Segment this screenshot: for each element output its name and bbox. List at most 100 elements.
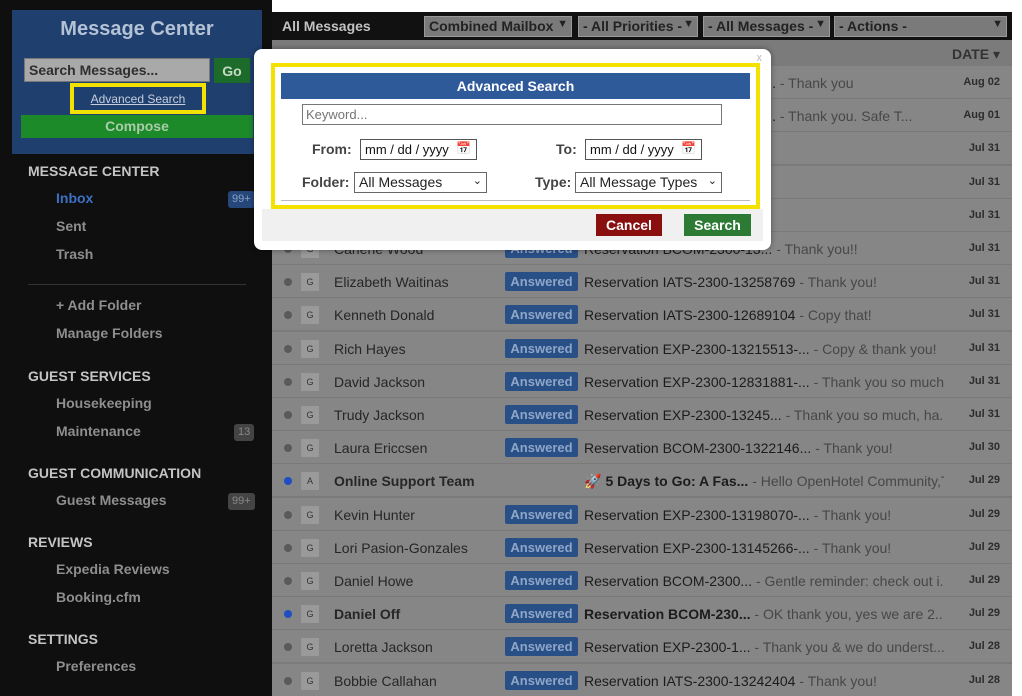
section-heading-guest-communication: GUEST COMMUNICATION: [28, 465, 202, 481]
message-row[interactable]: G Loretta Jackson Answered Reservation EXP-…: [272, 630, 1012, 663]
sender-name: Bobbie Callahan: [334, 673, 437, 689]
sender-name: Daniel Howe: [334, 573, 414, 589]
search-input[interactable]: [24, 58, 210, 82]
folder-select[interactable]: All Messages ⌄: [354, 172, 487, 193]
advanced-search-dialog: x Advanced Search From: mm / dd / yyyy📅 …: [254, 49, 771, 250]
status-badge: Answered: [505, 272, 578, 291]
read-status-dot: [284, 311, 292, 319]
sidebar-item-preferences[interactable]: Preferences: [56, 658, 136, 674]
status-badge: Answered: [505, 671, 578, 690]
sidebar-divider: [28, 284, 246, 285]
message-date: Jul 31: [968, 142, 1000, 154]
message-date: Jul 31: [968, 242, 1000, 254]
sidebar-item-booking[interactable]: Booking.cfm: [56, 589, 141, 605]
sidebar-item-manage-folders[interactable]: Manage Folders: [56, 325, 163, 341]
sidebar-item-add-folder[interactable]: + Add Folder: [56, 297, 141, 313]
message-subject: Reservation EXP-2300-1... - Thank you & …: [584, 639, 944, 655]
subject-text: 5 Days to Go: A Fas...: [605, 473, 749, 489]
message-date: Jul 29: [968, 474, 1000, 486]
calendar-icon[interactable]: 📅: [456, 141, 471, 155]
sender-name: Lori Pasion-Gonzales: [334, 540, 468, 556]
compose-button[interactable]: Compose: [21, 115, 253, 138]
message-date: Jul 31: [968, 176, 1000, 188]
search-button[interactable]: Search: [684, 214, 751, 236]
sidebar-item-sent[interactable]: Sent: [56, 218, 86, 234]
section-heading-guest-services: GUEST SERVICES: [28, 368, 151, 384]
message-date: Jul 31: [968, 375, 1000, 387]
message-subject: Reservation IATS-2300-13258769 - Thank y…: [584, 274, 944, 290]
toolbar: All Messages Combined Mailbox ▼ - All Pri…: [272, 12, 1012, 40]
sender-name: Online Support Team: [334, 473, 475, 489]
message-subject: Reservation EXP-2300-13145266-... - Than…: [584, 540, 944, 556]
message-subject: Reservation BCOM-230... - OK thank you, …: [584, 606, 944, 622]
priority-select[interactable]: - All Priorities - ▼: [578, 16, 698, 37]
read-status-dot: [284, 610, 292, 618]
avatar: A: [301, 472, 319, 490]
dialog-title: Advanced Search: [281, 73, 750, 99]
subject-text: Reservation EXP-2300-12831881-...: [584, 374, 810, 390]
message-date: Jul 31: [968, 408, 1000, 420]
avatar: G: [301, 306, 319, 324]
sidebar-item-guest-messages[interactable]: Guest Messages: [56, 492, 167, 508]
message-row[interactable]: G Trudy Jackson Answered Reservation EXP-23…: [272, 398, 1012, 431]
message-row[interactable]: G Kenneth Donald Answered Reservation IATS-…: [272, 298, 1012, 331]
chevron-down-icon: ⌄: [472, 175, 482, 187]
message-preview: - Thank you: [779, 75, 854, 91]
message-date: Jul 28: [968, 640, 1000, 652]
inbox-count-badge: 99+: [228, 191, 255, 208]
page-title: All Messages: [282, 18, 371, 34]
app-title: Message Center: [60, 18, 214, 40]
avatar: G: [301, 373, 319, 391]
subject-text: Reservation BCOM-2300-1322146...: [584, 440, 812, 456]
subject-text: Reservation BCOM-230...: [584, 606, 751, 622]
sidebar-item-expedia-reviews[interactable]: Expedia Reviews: [56, 561, 170, 577]
dialog-footer: Cancel Search: [262, 209, 763, 241]
message-filter-select[interactable]: - All Messages - ▼: [703, 16, 830, 37]
calendar-icon[interactable]: 📅: [681, 141, 696, 155]
message-preview: - Thank you!: [813, 507, 892, 523]
message-row[interactable]: G David Jackson Answered Reservation EXP-23…: [272, 365, 1012, 398]
avatar: G: [301, 638, 319, 656]
sender-name: Kevin Hunter: [334, 507, 415, 523]
cancel-button[interactable]: Cancel: [596, 214, 662, 236]
sidebar-item-maintenance[interactable]: Maintenance: [56, 423, 141, 439]
sender-name: Kenneth Donald: [334, 307, 435, 323]
keyword-input[interactable]: [302, 104, 722, 125]
message-date: Aug 02: [963, 76, 1000, 88]
message-date: Jul 31: [968, 342, 1000, 354]
message-row[interactable]: G Laura Ericcsen Answered Reservation BCOM-…: [272, 431, 1012, 464]
message-row[interactable]: A Online Support Team 🚀 5 Days to Go: A Fas…: [272, 464, 1012, 497]
message-row[interactable]: G Kevin Hunter Answered Reservation EXP-230…: [272, 498, 1012, 531]
message-preview: - Thank you!: [813, 540, 892, 556]
priority-select-value: - All Priorities -: [583, 18, 683, 34]
message-row[interactable]: G Rich Hayes Answered Reservation EXP-2300-…: [272, 332, 1012, 365]
to-date-input[interactable]: mm / dd / yyyy 📅: [585, 139, 702, 160]
sidebar: Message Center Go Advanced Search Compos…: [0, 0, 272, 696]
go-button[interactable]: Go: [214, 58, 250, 83]
message-date: Jul 29: [968, 607, 1000, 619]
message-row[interactable]: G Elizabeth Waitinas Answered Reservation I…: [272, 265, 1012, 298]
folder-select-value: All Messages: [359, 174, 443, 190]
message-row[interactable]: G Daniel Off Answered Reservation BCOM-230.…: [272, 597, 1012, 630]
from-date-input[interactable]: mm / dd / yyyy 📅: [360, 139, 477, 160]
subject-text: Reservation EXP-2300-1...: [584, 639, 751, 655]
message-row[interactable]: G Bobbie Callahan Answered Reservation IATS…: [272, 664, 1012, 696]
message-filter-select-value: - All Messages -: [708, 18, 814, 34]
mailbox-select-value: Combined Mailbox: [429, 18, 554, 34]
message-date: Jul 31: [968, 275, 1000, 287]
sidebar-item-housekeeping[interactable]: Housekeeping: [56, 395, 152, 411]
type-select[interactable]: All Message Types ⌄: [575, 172, 722, 193]
message-preview: - Thank you!: [799, 274, 877, 290]
mailbox-select[interactable]: Combined Mailbox ▼: [424, 16, 572, 37]
message-row[interactable]: G Daniel Howe Answered Reservation BCOM-230…: [272, 564, 1012, 597]
message-preview: - OK thank you, yes we are 2...: [754, 606, 944, 622]
status-badge: Answered: [505, 339, 578, 358]
advanced-search-highlight: Advanced Search: [70, 83, 206, 114]
advanced-search-link[interactable]: Advanced Search: [74, 92, 202, 106]
sidebar-item-inbox[interactable]: Inbox: [56, 190, 93, 206]
sidebar-item-trash[interactable]: Trash: [56, 246, 93, 262]
message-row[interactable]: G Lori Pasion-Gonzales Answered Reservation…: [272, 531, 1012, 564]
date-column-header[interactable]: DATE ▾: [952, 46, 1000, 63]
actions-select[interactable]: - Actions - ▼: [834, 16, 1007, 37]
message-preview: - Thank you!: [799, 673, 877, 689]
